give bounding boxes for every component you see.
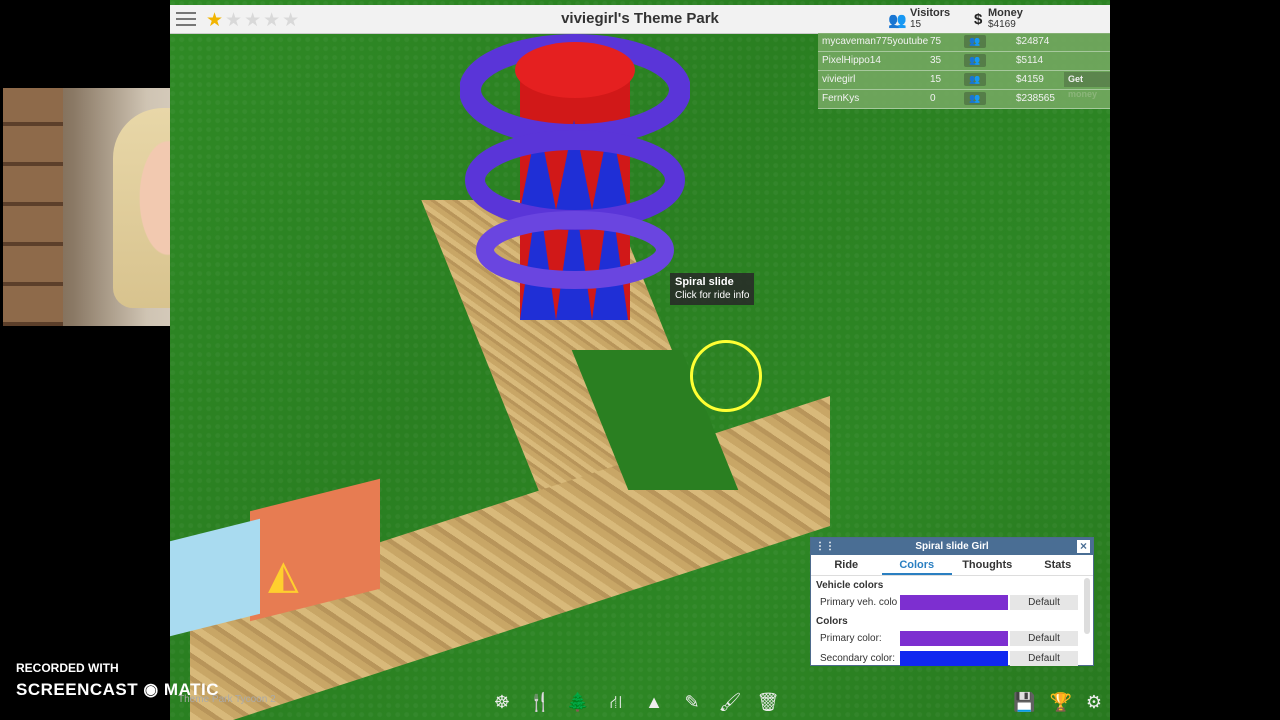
terrain-icon[interactable]: ▲ [642,692,666,718]
color-row: Secondary color: Default [811,648,1093,668]
default-button[interactable]: Default [1010,650,1078,666]
tab-colors[interactable]: Colors [881,555,952,575]
paint-icon[interactable]: ✎ [680,692,704,718]
park-title: viviegirl's Theme Park [561,10,719,27]
system-toolbar: 💾 🏆 ⚙ [1013,692,1102,713]
color-swatch[interactable] [900,650,1008,666]
money-value: $4169 [988,19,1016,30]
money-icon: $ [974,11,983,28]
tooltip-subtitle: Click for ride info [675,290,750,301]
visit-park-icon[interactable]: 👥 [964,73,986,86]
close-icon[interactable]: × [1077,540,1090,553]
watermark-line2: SCREENCAST ◉ MATIC [16,680,219,699]
player-money: $5114 [1016,55,1044,66]
ferris-wheel-icon[interactable]: ☸ [490,692,514,718]
visit-park-icon[interactable]: 👥 [964,92,986,105]
bookshelf [3,88,63,326]
player-money: $238565 [1016,93,1055,104]
tab-stats[interactable]: Stats [1023,555,1094,575]
ride-panel: ⋮⋮ Spiral slide Girl × Ride Colors Thoug… [810,537,1094,666]
build-toolbar: ☸ 🍴 🌲 ⛙ ▲ ✎ 🖌 🗑 [490,692,780,718]
player-name: PixelHippo14 [822,55,881,66]
panel-title: Spiral slide Girl [915,541,989,552]
get-money-button[interactable]: Get money [1064,72,1110,99]
player-money: $24874 [1016,36,1050,47]
player-score: 15 [930,74,942,85]
default-button[interactable]: Default [1010,630,1078,646]
path-icon[interactable]: ⛙ [604,692,628,718]
visit-park-icon[interactable]: 👥 [964,54,986,67]
visitors-value: 15 [910,19,922,30]
player-name: viviegirl [822,74,856,85]
player-score: 35 [930,55,942,66]
money-stat: Money $4169 [988,7,1023,31]
color-label: Primary color: [820,632,882,644]
game-viewport[interactable]: ◭ ★★★★★ viviegirl's Theme Park 👥 Visitor… [170,0,1110,720]
player-name: mycaveman775youtube [822,36,929,47]
visitors-label: Visitors [910,7,951,19]
section-heading: Colors [816,616,848,627]
color-row: Primary color: Default [811,628,1093,648]
color-row: Primary veh. colo Default [811,592,1093,612]
save-icon[interactable]: 💾 [1013,692,1035,713]
player-money: $4159 [1016,74,1044,85]
visitors-icon: 👥 [888,12,907,29]
spiral-slide[interactable] [460,30,690,330]
color-label: Primary veh. colo [820,596,898,608]
tab-ride[interactable]: Ride [811,555,882,575]
visit-park-icon[interactable]: 👥 [964,35,986,48]
money-label: Money [988,7,1023,19]
player-name: FernKys [822,93,860,104]
tree-icon[interactable]: 🌲 [566,692,590,718]
settings-icon[interactable]: ⚙ [1086,692,1102,713]
section-heading: Vehicle colors [816,580,884,591]
cursor-highlight [690,340,762,412]
player-row[interactable]: viviegirl 15 👥 $4159 Get money [818,71,1110,99]
player-row[interactable]: mycaveman775youtube 75 👥 $24874 [818,33,1110,52]
food-icon[interactable]: 🍴 [528,692,552,718]
visitors-stat: Visitors 15 [910,7,951,31]
default-button[interactable]: Default [1010,594,1078,610]
brush-icon[interactable]: 🖌 [718,692,742,718]
drag-handle-icon[interactable]: ⋮⋮ [815,538,835,555]
player-row[interactable]: FernKys 0 👥 $238565 [818,90,1110,109]
player-row[interactable]: PixelHippo14 35 👥 $5114 [818,52,1110,71]
top-bar: ★★★★★ viviegirl's Theme Park 👥 Visitors … [170,5,1110,34]
tooltip-title: Spiral slide [675,276,734,288]
trash-icon[interactable]: 🗑 [756,692,780,718]
color-swatch[interactable] [900,594,1008,610]
panel-header[interactable]: ⋮⋮ Spiral slide Girl × [811,538,1093,555]
color-swatch[interactable] [900,630,1008,646]
pizza-icon: ◭ [268,553,299,597]
ride-tooltip: Spiral slide Click for ride info [670,273,755,305]
player-list: mycaveman775youtube 75 👥 $24874 PixelHip… [818,33,1110,109]
color-label: Secondary color: [820,652,896,664]
tab-thoughts[interactable]: Thoughts [952,555,1023,575]
panel-tabs: Ride Colors Thoughts Stats [811,555,1093,576]
trophy-icon[interactable]: 🏆 [1049,692,1071,713]
panel-scrollbar[interactable] [1084,578,1090,634]
watermark-line1: RECORDED WITH [16,661,119,675]
player-score: 0 [930,93,936,104]
player-score: 75 [930,36,942,47]
